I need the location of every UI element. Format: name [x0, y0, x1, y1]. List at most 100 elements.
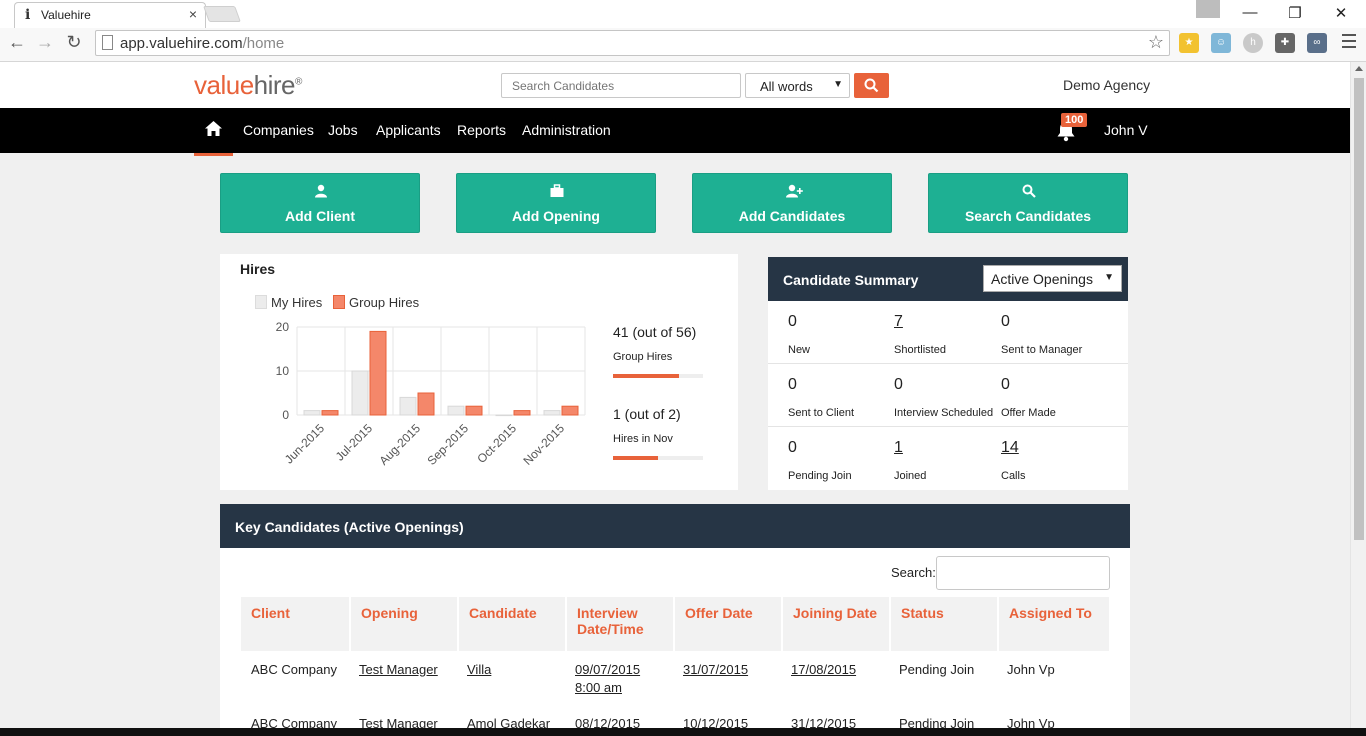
column-header-status[interactable]: Status	[889, 597, 997, 651]
nav-jobs[interactable]: Jobs	[328, 122, 358, 138]
extension-h-icon[interactable]: h	[1243, 33, 1263, 53]
chart-x-tick-label: Jun-2015	[282, 421, 328, 467]
extension-cat-icon[interactable]: ☺	[1211, 33, 1231, 53]
url-text: app.valuehire.com/home	[120, 35, 285, 52]
cell-joining-date-link[interactable]: 17/08/2015	[781, 651, 889, 705]
cell-status: Pending Join	[899, 662, 975, 677]
add-candidates-button[interactable]: Add Candidates	[692, 173, 892, 233]
extension-star-icon[interactable]: ★	[1179, 33, 1199, 53]
chart-bar-my-hires	[399, 396, 417, 416]
chart-bar-my-hires	[351, 370, 369, 416]
cell-interview-date-link[interactable]: 09/07/2015 8:00 am	[565, 651, 673, 705]
search-mode-select[interactable]: All words ▼	[745, 73, 850, 98]
cell-assigned-to: John Vp	[1007, 662, 1055, 677]
browser-toolbar: ← → ↻ app.valuehire.com/home ☆ ★ ☺ h ✚ ∞	[0, 28, 1366, 62]
add-opening-button[interactable]: Add Opening	[456, 173, 656, 233]
chart-bar-my-hires	[303, 410, 321, 416]
group-hires-progress	[613, 374, 703, 378]
user-menu[interactable]: John V	[1104, 122, 1148, 138]
search-submit-button[interactable]	[854, 73, 889, 98]
chart-bar-group-hires	[561, 405, 579, 416]
summary-filter-select[interactable]: Active Openings ▼	[983, 265, 1122, 292]
valuehire-logo[interactable]: valuehire®	[194, 70, 302, 101]
candidate-summary-header: Candidate Summary Active Openings ▼	[768, 257, 1128, 301]
tab-title: Valuehire	[41, 8, 91, 22]
group-hires-progress-fill	[613, 374, 679, 378]
hires-in-nov-progress	[613, 456, 703, 460]
window-close-button[interactable]: ✕	[1331, 4, 1351, 22]
table-row: ABC Company Test Manager Villa 09/07/201…	[241, 651, 1109, 705]
chart-bar-group-hires	[417, 392, 435, 416]
cell-opening-link[interactable]: Test Manager	[349, 651, 457, 705]
chart-x-tick-label: Jul-2015	[333, 421, 376, 464]
chart-bar-my-hires	[543, 410, 561, 416]
hires-bar-chart: 0 10 20 Jun-2015 Jul-2015 Aug-2015 Sep-2015 Oct…	[276, 320, 586, 468]
scroll-up-arrow-icon[interactable]	[1355, 66, 1363, 71]
calls-count-link[interactable]: 14	[1001, 439, 1019, 457]
column-header-offer-date[interactable]: Offer Date	[673, 597, 781, 651]
column-header-joining-date[interactable]: Joining Date	[781, 597, 889, 651]
browser-tab[interactable]: i Valuehire ×	[14, 2, 206, 28]
search-candidates-button[interactable]: Search Candidates	[928, 173, 1128, 233]
page-scrollbar[interactable]	[1350, 62, 1366, 736]
scrollbar-thumb[interactable]	[1354, 78, 1364, 540]
chart-x-tick-label: Sep-2015	[424, 421, 471, 468]
nav-administration[interactable]: Administration	[522, 122, 611, 138]
search-icon	[1022, 184, 1036, 198]
column-header-candidate[interactable]: Candidate	[457, 597, 565, 651]
chart-bar-group-hires	[465, 405, 483, 416]
add-client-button[interactable]: Add Client	[220, 173, 420, 233]
chart-bar-group-hires	[321, 410, 339, 416]
agency-name[interactable]: Demo Agency	[1063, 77, 1150, 93]
candidate-summary-title: Candidate Summary	[783, 272, 919, 288]
window-restore-button[interactable]: ❐	[1285, 4, 1305, 22]
tab-close-button[interactable]: ×	[189, 6, 197, 22]
nav-home[interactable]	[194, 108, 233, 156]
extension-puzzle-icon[interactable]: ✚	[1275, 33, 1295, 53]
joined-count-link[interactable]: 1	[894, 439, 903, 457]
summary-row: 0 Sent to Client 0 Interview Scheduled 0…	[768, 364, 1128, 427]
window-minimize-button[interactable]: —	[1240, 4, 1260, 21]
summary-row: 0 New 7 Shortlisted 0 Sent to Manager	[768, 301, 1128, 364]
new-tab-button[interactable]	[203, 6, 241, 22]
shortlisted-count-link[interactable]: 7	[894, 313, 903, 331]
group-hires-label: Group Hires	[613, 351, 673, 363]
briefcase-icon	[550, 184, 564, 197]
hires-in-nov-value: 1 (out of 2)	[613, 406, 681, 422]
address-bar[interactable]: app.valuehire.com/home ☆	[95, 30, 1170, 56]
table-search-label: Search:	[891, 565, 936, 580]
chart-y-tick-label: 0	[282, 408, 289, 422]
main-navbar: Companies Jobs Applicants Reports Admini…	[0, 108, 1350, 156]
chart-bar-my-hires	[447, 405, 465, 416]
chart-x-tick-label: Aug-2015	[376, 421, 423, 468]
page-icon	[102, 35, 113, 50]
nav-applicants[interactable]: Applicants	[376, 122, 441, 138]
os-taskbar	[0, 728, 1366, 736]
browser-menu-icon[interactable]	[1342, 34, 1356, 52]
column-header-opening[interactable]: Opening	[349, 597, 457, 651]
caret-down-icon: ▼	[833, 79, 843, 90]
table-header-row: Client Opening Candidate Interview Date/…	[241, 597, 1109, 651]
candidate-search-input[interactable]	[501, 73, 741, 98]
profile-icon[interactable]	[1196, 0, 1220, 18]
cell-offer-date-link[interactable]: 31/07/2015	[673, 651, 781, 705]
key-candidates-table: Client Opening Candidate Interview Date/…	[241, 597, 1109, 736]
nav-companies[interactable]: Companies	[243, 122, 314, 138]
table-search-input[interactable]	[936, 556, 1110, 590]
user-plus-icon	[786, 184, 803, 198]
nav-reports[interactable]: Reports	[457, 122, 506, 138]
extension-link-icon[interactable]: ∞	[1307, 33, 1327, 53]
group-hires-value: 41 (out of 56)	[613, 324, 697, 340]
cell-candidate-link[interactable]: Villa	[457, 651, 565, 705]
bookmark-star-icon[interactable]: ☆	[1148, 32, 1164, 53]
user-icon	[315, 184, 327, 198]
notification-count-badge: 100	[1061, 113, 1088, 127]
home-icon	[205, 121, 222, 136]
chart-y-tick-label: 10	[276, 364, 290, 378]
reload-icon[interactable]: ↻	[64, 32, 84, 53]
back-arrow-icon[interactable]: ←	[7, 32, 27, 53]
column-header-client[interactable]: Client	[241, 597, 349, 651]
column-header-assigned-to[interactable]: Assigned To	[997, 597, 1109, 651]
forward-arrow-icon[interactable]: →	[35, 32, 55, 53]
column-header-interview-date[interactable]: Interview Date/Time	[565, 597, 673, 651]
